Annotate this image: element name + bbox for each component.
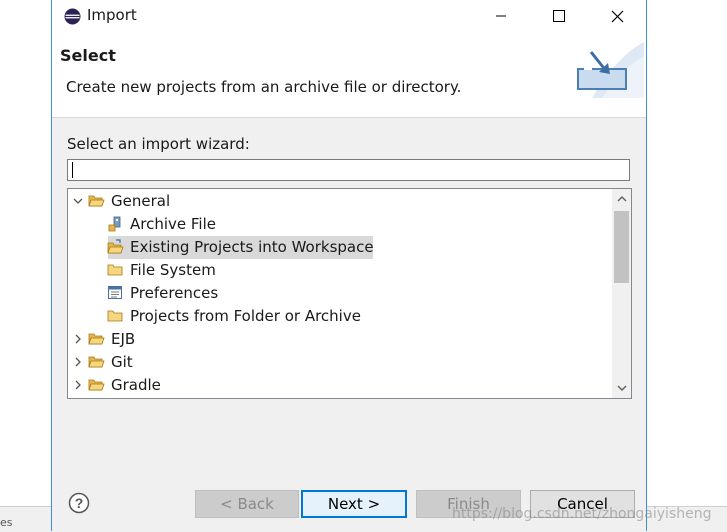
- tree-item-projects-from-folder[interactable]: Projects from Folder or Archive: [107, 305, 363, 327]
- next-button[interactable]: Next >: [301, 490, 407, 518]
- help-icon[interactable]: ?: [68, 492, 90, 514]
- background-window: [0, 0, 51, 531]
- minimize-icon: [496, 15, 506, 17]
- chevron-down-icon[interactable]: [72, 195, 84, 207]
- tree-item-label: General: [111, 192, 171, 210]
- close-button[interactable]: [588, 0, 646, 32]
- archive-file-icon: [107, 216, 124, 232]
- wizard-filter-input[interactable]: [67, 159, 630, 181]
- titlebar: Import: [52, 0, 646, 32]
- tree-item-archive-file[interactable]: Archive File: [107, 213, 218, 235]
- tree-item-preferences[interactable]: Preferences: [107, 282, 220, 304]
- wizard-tree[interactable]: General Archive File Existing Projects i…: [67, 188, 632, 399]
- folder-open-icon: [88, 193, 105, 209]
- tree-item-label: File System: [130, 261, 216, 279]
- wizard-header: Select Create new projects from an archi…: [52, 32, 646, 118]
- folder-open-icon: [88, 331, 105, 347]
- chevron-right-icon[interactable]: [72, 356, 84, 368]
- eclipse-icon: [64, 8, 81, 25]
- tree-item-general[interactable]: General: [72, 190, 172, 212]
- wizard-label: Select an import wizard:: [67, 135, 250, 153]
- maximize-button[interactable]: [530, 0, 588, 32]
- folder-open-icon: [88, 377, 105, 393]
- tree-item-existing-projects[interactable]: Existing Projects into Workspace: [107, 236, 376, 258]
- import-banner-icon: [577, 42, 644, 98]
- tree-item-label: EJB: [111, 330, 136, 348]
- folder-icon: [107, 308, 124, 324]
- maximize-icon: [552, 9, 565, 22]
- watermark-text: https://blog.csdn.net/zhongaiyisheng: [452, 506, 712, 522]
- tree-item-file-system[interactable]: File System: [107, 259, 218, 281]
- chevron-right-icon[interactable]: [72, 379, 84, 391]
- preferences-icon: [107, 285, 124, 301]
- tree-item-label: Preferences: [130, 284, 219, 302]
- close-icon: [611, 10, 623, 22]
- tree-item-label: Gradle: [111, 376, 161, 394]
- tree-item-label: Projects from Folder or Archive: [130, 307, 361, 325]
- tree-item-label: Existing Projects into Workspace: [130, 238, 374, 256]
- window-title: Import: [87, 6, 137, 24]
- tree-scrollbar[interactable]: [612, 189, 631, 398]
- minimize-button[interactable]: [472, 0, 530, 32]
- chevron-down-icon: [617, 385, 626, 391]
- tree-item-label: Archive File: [130, 215, 216, 233]
- svg-text:?: ?: [75, 495, 84, 511]
- back-button[interactable]: < Back: [195, 490, 299, 518]
- tree-item-gradle[interactable]: Gradle: [72, 374, 163, 396]
- scrollbar-thumb[interactable]: [614, 211, 629, 283]
- existing-projects-icon: [107, 239, 124, 255]
- tree-item-label: Git: [111, 353, 133, 371]
- chevron-up-icon: [617, 196, 626, 202]
- folder-open-icon: [88, 354, 105, 370]
- scroll-up-button[interactable]: [612, 189, 631, 209]
- background-text: es: [0, 516, 13, 529]
- text-caret: [72, 162, 73, 178]
- tree-item-git[interactable]: Git: [72, 351, 135, 373]
- scroll-down-button[interactable]: [612, 378, 631, 398]
- page-title: Select: [60, 46, 116, 65]
- tree-item-ejb[interactable]: EJB: [72, 328, 137, 350]
- folder-icon: [107, 262, 124, 278]
- chevron-right-icon[interactable]: [72, 333, 84, 345]
- page-description: Create new projects from an archive file…: [66, 78, 462, 96]
- import-dialog: Import Select Create new projects from a…: [51, 0, 647, 531]
